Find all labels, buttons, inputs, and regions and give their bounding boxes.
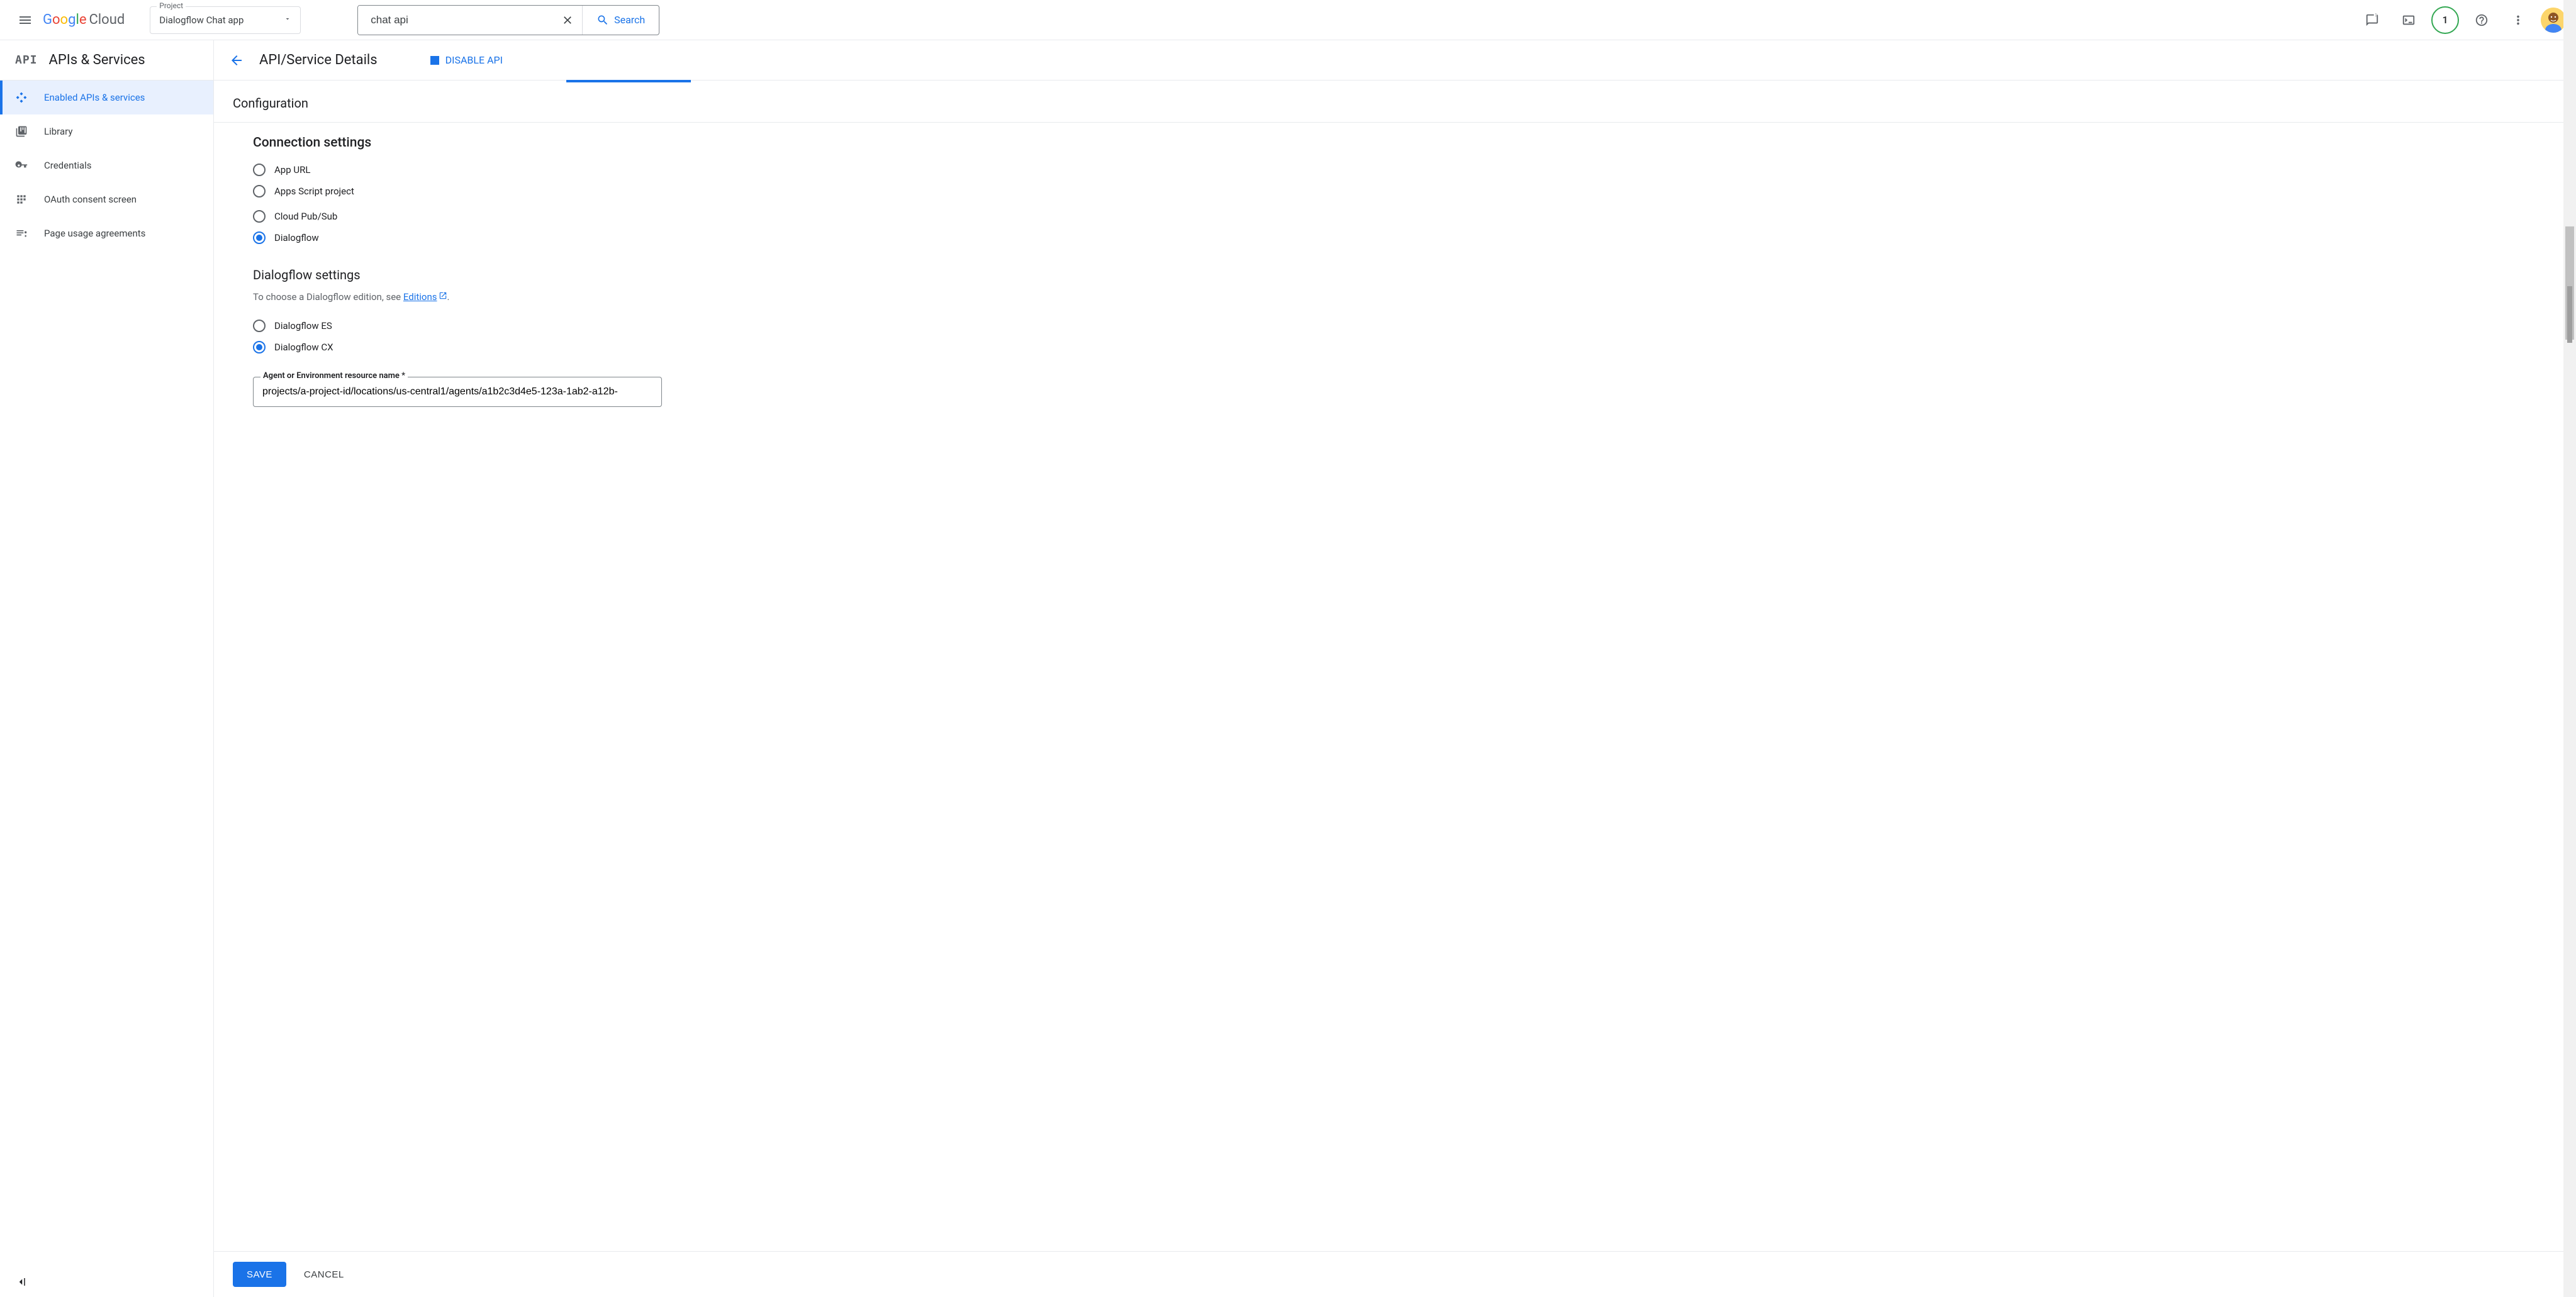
- sidebar-item-label: Enabled APIs & services: [44, 92, 145, 103]
- chevron-down-icon: [284, 15, 291, 25]
- sidebar-item-oauth[interactable]: OAuth consent screen: [0, 182, 213, 216]
- connection-option-apps-script[interactable]: Apps Script project: [253, 181, 2576, 202]
- agent-resource-label: Agent or Environment resource name *: [260, 371, 408, 381]
- avatar[interactable]: [2541, 8, 2566, 33]
- google-cloud-logo[interactable]: Google Cloud: [43, 12, 125, 28]
- sidebar-nav: Enabled APIs & services Library Credenti…: [0, 81, 213, 250]
- sidebar-collapse[interactable]: [0, 1267, 213, 1297]
- radio-label: Dialogflow ES: [274, 320, 332, 331]
- sidebar-item-page-usage[interactable]: Page usage agreements: [0, 216, 213, 250]
- radio-label: Cloud Pub/Sub: [274, 211, 337, 222]
- stop-icon: [430, 56, 439, 65]
- api-icon: API: [15, 53, 38, 67]
- consent-icon: [15, 193, 28, 206]
- sidebar-item-library[interactable]: Library: [0, 114, 213, 148]
- clear-search-icon[interactable]: [553, 6, 582, 35]
- sidebar-item-label: Page usage agreements: [44, 228, 145, 239]
- page-header: API/Service Details DISABLE API: [214, 40, 2576, 81]
- project-picker[interactable]: Project Dialogflow Chat app: [150, 6, 301, 34]
- sidebar-title[interactable]: API APIs & Services: [0, 40, 213, 81]
- project-picker-label: Project: [157, 1, 186, 10]
- connection-option-dialogflow[interactable]: Dialogflow: [253, 227, 2576, 248]
- save-button[interactable]: SAVE: [233, 1262, 286, 1287]
- content-scroll[interactable]: Configuration Connection settings App UR…: [214, 81, 2576, 1251]
- dialogflow-option-es[interactable]: Dialogflow ES: [253, 315, 2576, 337]
- badge-count: 1: [2442, 14, 2448, 26]
- radio-icon: [253, 231, 266, 244]
- collapse-icon: [15, 1276, 26, 1288]
- notifications-badge[interactable]: 1: [2431, 6, 2459, 34]
- key-icon: [15, 159, 28, 172]
- search-button[interactable]: Search: [582, 6, 659, 35]
- connection-radio-group: App URL Apps Script project Cloud Pub/Su…: [253, 159, 2576, 248]
- connection-option-app-url[interactable]: App URL: [253, 159, 2576, 181]
- connection-settings-title: Connection settings: [253, 135, 2576, 150]
- agreement-icon: [15, 227, 28, 240]
- sidebar-item-credentials[interactable]: Credentials: [0, 148, 213, 182]
- radio-label: Dialogflow: [274, 232, 319, 243]
- hamburger-menu-icon[interactable]: [10, 5, 40, 35]
- radio-label: App URL: [274, 164, 310, 175]
- agent-resource-input[interactable]: [253, 377, 662, 407]
- top-header: Google Cloud Project Dialogflow Chat app…: [0, 0, 2576, 40]
- connection-option-pubsub[interactable]: Cloud Pub/Sub: [253, 206, 2576, 227]
- radio-icon: [253, 320, 266, 332]
- arrow-left-icon: [229, 53, 244, 68]
- radio-icon: [253, 341, 266, 353]
- bottom-bar: SAVE CANCEL: [214, 1251, 2576, 1297]
- radio-icon: [253, 210, 266, 223]
- cancel-button[interactable]: CANCEL: [304, 1269, 344, 1280]
- radio-label: Apps Script project: [274, 186, 354, 197]
- hint-pre: To choose a Dialogflow edition, see: [253, 291, 403, 303]
- search-icon: [596, 14, 609, 26]
- editions-link[interactable]: Editions: [403, 291, 437, 303]
- project-picker-value: Dialogflow Chat app: [159, 14, 244, 26]
- radio-icon: [253, 185, 266, 198]
- agent-resource-field: Agent or Environment resource name *: [253, 377, 662, 407]
- sidebar-item-label: Credentials: [44, 160, 91, 171]
- sidebar-item-label: OAuth consent screen: [44, 194, 137, 205]
- search-button-label: Search: [614, 14, 645, 26]
- dialogflow-radio-group: Dialogflow ES Dialogflow CX: [253, 315, 2576, 358]
- search-input[interactable]: [358, 6, 553, 35]
- back-button[interactable]: [229, 53, 244, 68]
- sidebar-title-text: APIs & Services: [49, 52, 145, 68]
- search-box: Search: [357, 5, 659, 35]
- dialogflow-hint: To choose a Dialogflow edition, see Edit…: [253, 291, 2576, 303]
- sidebar-item-enabled-apis[interactable]: Enabled APIs & services: [0, 81, 213, 114]
- external-link-icon: [439, 291, 447, 303]
- disable-api-button[interactable]: DISABLE API: [430, 54, 503, 66]
- dialogflow-option-cx[interactable]: Dialogflow CX: [253, 337, 2576, 358]
- hint-post: .: [447, 291, 450, 303]
- more-icon[interactable]: [2504, 6, 2532, 34]
- logo-cloud-text: Cloud: [89, 12, 125, 28]
- radio-label: Dialogflow CX: [274, 342, 333, 353]
- page-scrollbar[interactable]: [2563, 0, 2576, 1297]
- header-right: 1: [2358, 6, 2566, 34]
- scrollbar-thumb-inner[interactable]: [2567, 286, 2572, 343]
- radio-icon: [253, 164, 266, 176]
- main: API/Service Details DISABLE API Configur…: [214, 40, 2576, 1297]
- library-icon: [15, 125, 28, 138]
- active-tab-indicator: [566, 80, 691, 82]
- section-configuration: Configuration: [214, 96, 2576, 122]
- feedback-icon[interactable]: [2358, 6, 2386, 34]
- diamond-icon: [15, 91, 28, 104]
- help-icon[interactable]: [2468, 6, 2495, 34]
- sidebar: API APIs & Services Enabled APIs & servi…: [0, 40, 214, 1297]
- sidebar-item-label: Library: [44, 126, 72, 137]
- dialogflow-settings-title: Dialogflow settings: [253, 267, 2576, 282]
- cloud-shell-icon[interactable]: [2395, 6, 2422, 34]
- page-title: API/Service Details: [259, 52, 378, 68]
- disable-api-label: DISABLE API: [445, 54, 503, 66]
